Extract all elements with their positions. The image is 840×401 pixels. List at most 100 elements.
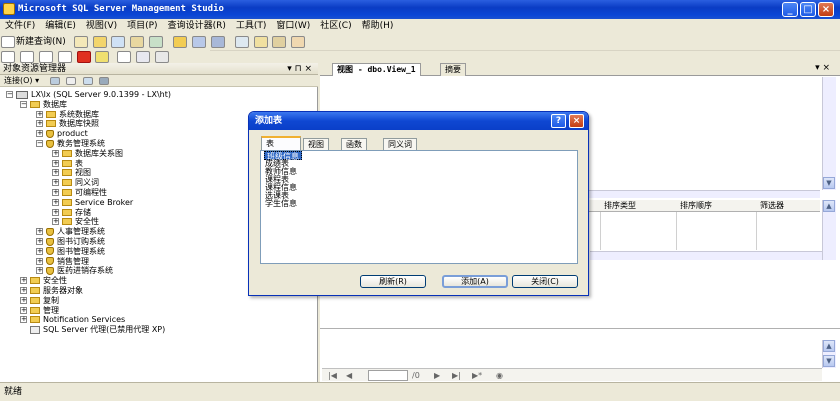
expand-icon[interactable]: + xyxy=(20,296,27,304)
tree-node[interactable]: + 图书管理系统 xyxy=(36,247,105,257)
expand-icon[interactable]: + xyxy=(52,179,59,187)
save-icon[interactable] xyxy=(191,36,206,48)
add-table-icon[interactable] xyxy=(136,51,151,63)
tree-node[interactable]: + 复制 xyxy=(20,296,59,306)
record-number-input[interactable] xyxy=(368,370,408,381)
tree-node[interactable]: + 可编程性 xyxy=(52,188,107,198)
xmla-query-icon[interactable] xyxy=(149,36,164,48)
scroll-up-icon[interactable]: ▲ xyxy=(823,200,835,212)
first-record-icon[interactable]: |◀ xyxy=(328,369,337,382)
close-button[interactable]: × xyxy=(818,2,834,17)
expand-icon[interactable]: + xyxy=(52,218,59,226)
tree-node[interactable]: + 图书订购系统 xyxy=(36,237,105,247)
menu-edit[interactable]: 编辑(E) xyxy=(40,19,81,34)
stop-icon[interactable] xyxy=(66,76,77,85)
menu-tools[interactable]: 工具(T) xyxy=(231,19,272,34)
show-diagram-pane-icon[interactable] xyxy=(1,51,15,63)
expand-icon[interactable]: + xyxy=(52,169,59,177)
tree-node[interactable]: + 服务器对象 xyxy=(20,286,83,296)
tree-node[interactable]: + 人事管理系统 xyxy=(36,227,105,237)
show-criteria-pane-icon[interactable] xyxy=(19,51,34,63)
save-all-icon[interactable] xyxy=(210,36,225,48)
close-dialog-button[interactable]: 关闭(C) xyxy=(512,275,578,288)
panel-pin-close-icon[interactable]: ▾ ⊓ × xyxy=(287,63,312,75)
next-record-icon[interactable]: ▶ xyxy=(434,369,440,382)
registered-servers-icon[interactable] xyxy=(234,36,249,48)
expand-icon[interactable]: + xyxy=(20,306,27,314)
db-engine-query-icon[interactable] xyxy=(92,36,107,48)
dialog-tab-synonyms[interactable]: 同义词 xyxy=(383,138,417,150)
results-scroll-up-icon[interactable]: ▲ xyxy=(823,340,835,352)
criteria-scrollbar[interactable]: ▲ xyxy=(822,200,836,260)
collapse-icon[interactable]: − xyxy=(36,140,43,147)
refresh-button[interactable]: 刷新(R) xyxy=(360,275,426,288)
expand-icon[interactable]: + xyxy=(20,277,27,285)
add-derived-table-icon[interactable] xyxy=(155,51,169,63)
expand-icon[interactable]: + xyxy=(20,287,27,294)
stop-record-icon[interactable]: ◉ xyxy=(496,369,503,382)
tree-node[interactable]: + 数据库快照 xyxy=(36,119,99,129)
last-record-icon[interactable]: ▶| xyxy=(452,369,461,382)
new-file-icon[interactable] xyxy=(73,36,88,48)
connect-button[interactable]: 连接(O) ▾ xyxy=(4,76,39,85)
dialog-close-button[interactable]: × xyxy=(569,114,584,128)
tab-view[interactable]: 视图 - dbo.View_1 xyxy=(332,63,421,76)
dialog-tab-tables[interactable]: 表 xyxy=(261,136,301,151)
expand-icon[interactable]: + xyxy=(36,247,43,255)
expand-icon[interactable]: + xyxy=(36,257,43,265)
table-list[interactable]: 班级信息 成绩表 教师信息 课程表 课程信息 选课表 学生信息 xyxy=(260,150,578,264)
tree-node[interactable]: + 数据库关系图 xyxy=(52,149,123,159)
mining-query-icon[interactable] xyxy=(130,36,145,48)
tree-node[interactable]: + 安全性 xyxy=(20,276,67,286)
tree-node[interactable]: + product xyxy=(36,129,88,139)
open-folder-icon[interactable] xyxy=(173,36,188,48)
tree-node[interactable]: + Notification Services xyxy=(20,315,125,325)
menu-window[interactable]: 窗口(W) xyxy=(271,19,315,34)
object-explorer-icon[interactable] xyxy=(253,36,268,48)
new-record-icon[interactable]: ▶* xyxy=(472,369,482,382)
collapse-icon[interactable]: − xyxy=(6,91,13,98)
minimize-button[interactable]: _ xyxy=(782,2,798,17)
tree-node[interactable]: + 安全性 xyxy=(52,217,99,227)
list-item[interactable]: 学生信息 xyxy=(265,199,297,208)
expand-icon[interactable]: + xyxy=(52,189,59,196)
maximize-button[interactable]: □ xyxy=(800,2,816,17)
filter-icon[interactable] xyxy=(99,76,110,85)
expand-icon[interactable]: + xyxy=(36,130,43,138)
tree-node[interactable]: SQL Server 代理(已禁用代理 XP) xyxy=(20,325,165,335)
prev-record-icon[interactable]: ◀ xyxy=(346,369,352,382)
expand-icon[interactable]: + xyxy=(36,120,43,128)
dialog-tab-views[interactable]: 视图 xyxy=(303,138,329,150)
dialog-help-button[interactable]: ? xyxy=(551,114,566,128)
expand-icon[interactable]: + xyxy=(52,198,59,206)
menu-file[interactable]: 文件(F) xyxy=(0,19,40,34)
tree-node[interactable]: + 管理 xyxy=(20,306,59,316)
tree-node[interactable]: + 医药进销存系统 xyxy=(36,266,113,276)
tree-node[interactable]: − 教务管理系统 xyxy=(36,139,105,149)
expand-icon[interactable]: + xyxy=(36,228,43,236)
expand-icon[interactable]: + xyxy=(20,316,27,324)
expand-icon[interactable]: + xyxy=(36,238,43,245)
tree-node[interactable]: − 数据库 xyxy=(20,100,67,110)
menu-project[interactable]: 项目(P) xyxy=(122,19,162,34)
menu-help[interactable]: 帮助(H) xyxy=(357,19,399,34)
expand-icon[interactable]: + xyxy=(52,149,59,157)
tree-node[interactable]: − LX\lx (SQL Server 9.0.1399 - LX\ht) xyxy=(6,90,171,100)
execute-sql-icon[interactable] xyxy=(76,51,91,63)
expand-icon[interactable]: + xyxy=(52,159,59,167)
expand-icon[interactable]: + xyxy=(36,267,43,275)
show-sql-pane-icon[interactable] xyxy=(38,51,53,63)
tree-node[interactable]: + Service Broker xyxy=(52,198,133,208)
new-query-icon[interactable] xyxy=(1,36,15,48)
properties-icon[interactable] xyxy=(291,36,306,48)
collapse-icon[interactable]: − xyxy=(20,100,27,108)
menu-view[interactable]: 视图(V) xyxy=(81,19,122,34)
tree-node[interactable]: + 视图 xyxy=(52,168,91,178)
refresh-icon[interactable] xyxy=(82,76,93,85)
group-by-icon[interactable] xyxy=(117,51,132,63)
expand-icon[interactable]: + xyxy=(36,110,43,118)
expand-icon[interactable]: + xyxy=(52,208,59,216)
criteria-hscrollbar[interactable] xyxy=(590,251,822,260)
show-results-pane-icon[interactable] xyxy=(57,51,72,63)
disconnect-icon[interactable] xyxy=(49,76,60,85)
